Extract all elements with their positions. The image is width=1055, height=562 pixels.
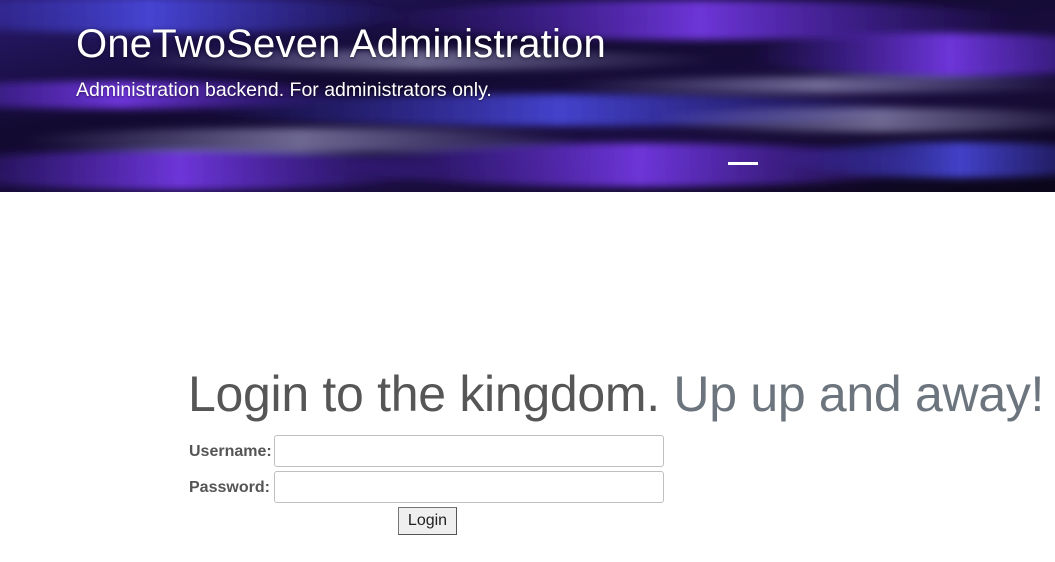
menu-bar-icon[interactable]: [728, 162, 758, 165]
login-button[interactable]: Login: [398, 507, 457, 535]
login-heading-main: Login to the kingdom.: [188, 366, 660, 422]
login-heading-muted: Up up and away!: [673, 366, 1045, 422]
hero-header: OneTwoSeven Administration Administratio…: [0, 0, 1055, 192]
password-label: Password:: [189, 479, 270, 496]
username-input[interactable]: [274, 435, 664, 467]
password-input[interactable]: [274, 471, 664, 503]
site-subtitle: Administration backend. For administrato…: [76, 79, 492, 101]
login-heading: Login to the kingdom. Up up and away!: [188, 364, 1044, 424]
site-title: OneTwoSeven Administration: [76, 22, 606, 66]
username-label: Username:: [189, 443, 272, 460]
